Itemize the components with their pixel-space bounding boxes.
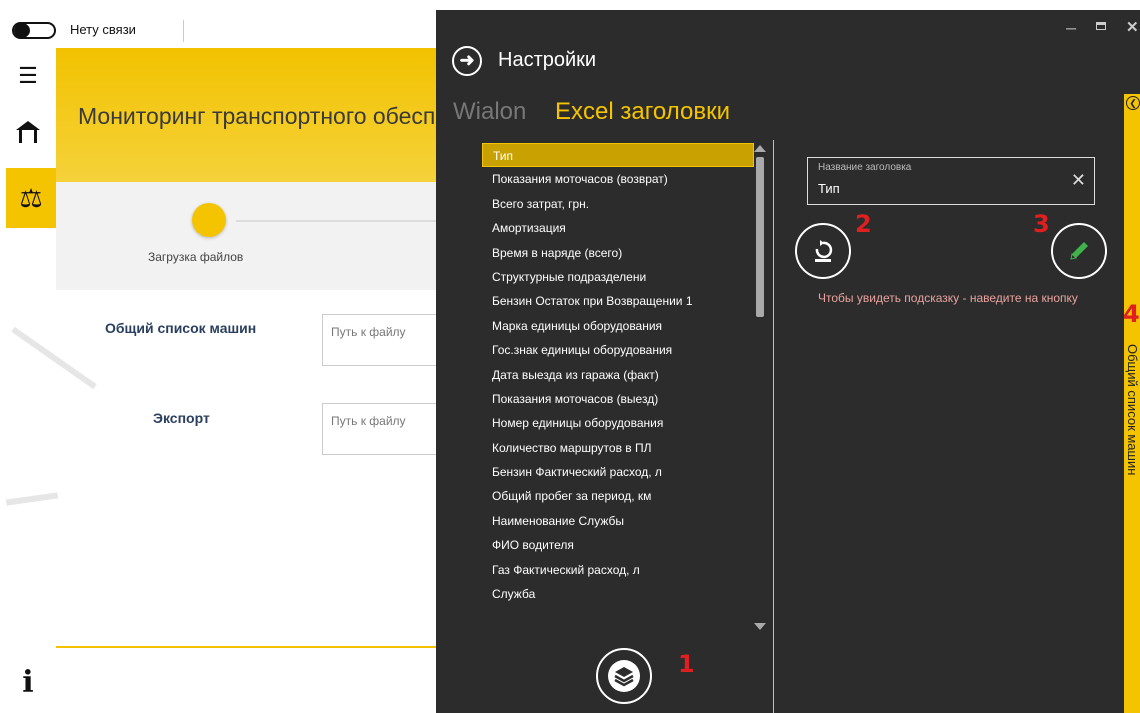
top-bar: Нету связи — [0, 0, 436, 48]
header-list-item[interactable]: Всего затрат, грн. — [482, 192, 754, 216]
connection-toggle[interactable] — [12, 22, 56, 39]
header-list-item[interactable]: Марка единицы оборудования — [482, 314, 754, 338]
scroll-up-arrow[interactable] — [754, 145, 766, 152]
settings-window: ─ ✕ ➜ Настройки Wialon Excel заголовки Т… — [436, 10, 1140, 713]
scrollbar[interactable] — [754, 143, 766, 633]
settings-title: Настройки — [498, 49, 597, 71]
header-list-item[interactable]: Время в наряде (всего) — [482, 241, 754, 265]
header-list[interactable]: Тип Показания моточасов (возврат) Всего за… — [482, 143, 754, 633]
scroll-thumb[interactable] — [756, 157, 764, 317]
header-list-item[interactable]: Дата выезда из гаража (факт) — [482, 363, 754, 387]
fleet-list-label: Общий список машин — [105, 320, 257, 336]
toggle-knob — [14, 23, 30, 38]
side-panel[interactable]: ❮ Общий список машин — [1124, 94, 1140, 713]
scroll-down-arrow[interactable] — [754, 623, 766, 630]
page-title: Мониторинг транспортного обесп — [78, 103, 436, 129]
header-list-item[interactable]: Показания моточасов (выезд) — [482, 387, 754, 411]
step-label: Загрузка файлов — [148, 250, 244, 264]
header-list-item[interactable]: Амортизация — [482, 216, 754, 240]
header-list-item[interactable]: Бензин Остаток при Возвращении 1 — [482, 289, 754, 313]
layers-button[interactable] — [596, 648, 652, 704]
step-indicator[interactable] — [192, 203, 226, 237]
export-path-placeholder: Путь к файлу — [331, 414, 406, 428]
layers-icon — [608, 660, 640, 692]
back-arrow-icon[interactable]: ➜ — [452, 46, 482, 76]
header-list-item[interactable]: Служба — [482, 582, 754, 606]
callout-2: 2 — [855, 210, 872, 238]
header-list-item[interactable]: Количество маршрутов в ПЛ — [482, 436, 754, 460]
minimize-icon[interactable]: ─ — [1066, 20, 1076, 36]
fleet-path-placeholder: Путь к файлу — [331, 325, 406, 339]
tab-wialon[interactable]: Wialon — [453, 98, 526, 126]
close-icon[interactable]: ✕ — [1126, 18, 1140, 36]
vertical-divider — [773, 140, 774, 713]
collapse-icon[interactable]: ❮ — [1126, 96, 1140, 110]
callout-4: 4 — [1123, 300, 1140, 328]
header-list-item[interactable]: Общий пробег за период, км — [482, 484, 754, 508]
header-list-item[interactable]: Показания моточасов (возврат) — [482, 167, 754, 191]
header-name-field[interactable]: Название заголовка Тип ✕ — [807, 157, 1095, 205]
stepper-line — [236, 220, 446, 222]
divider — [183, 20, 184, 42]
pencil-icon — [1063, 235, 1095, 267]
info-icon[interactable]: i — [0, 665, 56, 700]
bottom-divider — [56, 646, 436, 648]
header-list-item[interactable]: Гос.знак единицы оборудования — [482, 338, 754, 362]
hint-text: Чтобы увидеть подсказку - наведите на кн… — [818, 291, 1078, 305]
header-list-item[interactable]: Газ Фактический расход, л — [482, 558, 754, 582]
restore-icon — [807, 235, 839, 267]
header-list-item[interactable]: ФИО водителя — [482, 533, 754, 557]
header-name-value[interactable]: Тип — [818, 181, 840, 196]
header-name-label: Название заголовка — [818, 162, 912, 173]
connection-status: Нету связи — [70, 22, 136, 37]
maximize-icon[interactable] — [1096, 22, 1106, 30]
export-label: Экспорт — [153, 410, 210, 426]
left-sidebar: ☰ ⚖ i — [0, 48, 56, 713]
header-list-item[interactable]: Наименование Службы — [482, 509, 754, 533]
banner: Мониторинг транспортного обесп — [56, 48, 436, 182]
side-panel-label: Общий список машин — [1125, 344, 1140, 476]
header-list-item[interactable]: Структурные подразделени — [482, 265, 754, 289]
tab-excel-headers[interactable]: Excel заголовки — [555, 98, 730, 126]
edit-button[interactable] — [1051, 223, 1107, 279]
header-list-item[interactable]: Номер единицы оборудования — [482, 411, 754, 435]
menu-icon[interactable]: ☰ — [0, 63, 56, 89]
scales-icon[interactable]: ⚖ — [6, 168, 56, 228]
fleet-path-input[interactable]: Путь к файлу — [322, 314, 442, 366]
stepper: Загрузка файлов — [56, 182, 446, 290]
restore-button[interactable] — [795, 223, 851, 279]
header-list-item[interactable]: Тип — [482, 143, 754, 168]
header-list-item[interactable]: Бензин Фактический расход, л — [482, 460, 754, 484]
home-icon[interactable] — [0, 118, 56, 151]
callout-3: 3 — [1033, 210, 1050, 238]
callout-1: 1 — [678, 650, 695, 678]
export-path-input[interactable]: Путь к файлу — [322, 403, 442, 455]
close-icon[interactable]: ✕ — [1071, 170, 1086, 191]
